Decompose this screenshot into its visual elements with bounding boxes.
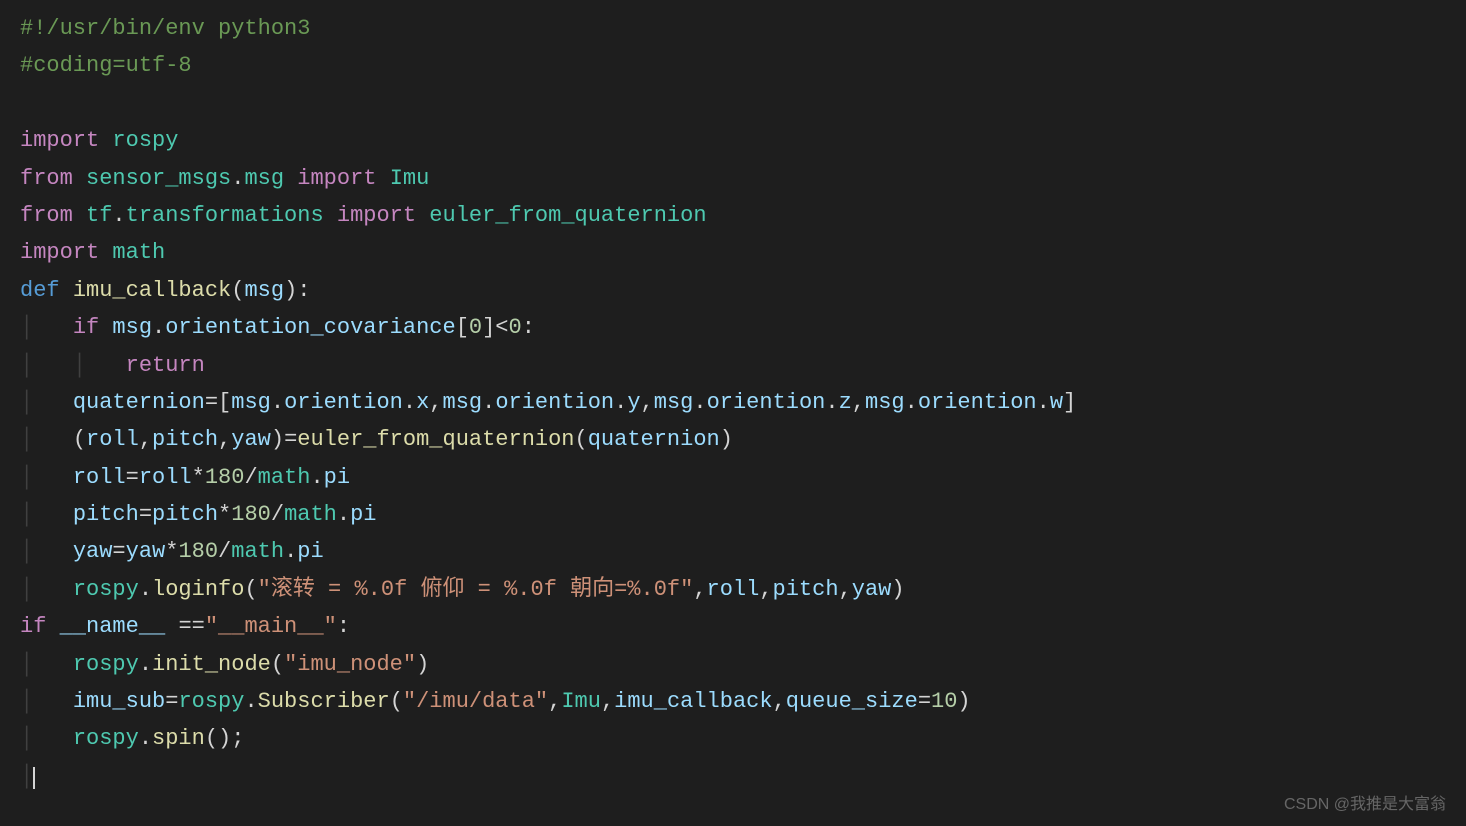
module-math: math [112, 240, 165, 265]
indent-guide: │ [20, 577, 33, 602]
if-keyword: if [20, 614, 46, 639]
class-imu: Imu [390, 166, 430, 191]
from-keyword: from [20, 166, 73, 191]
function-imu-callback: imu_callback [73, 278, 231, 303]
indent-guide: │ [20, 652, 33, 677]
from-keyword: from [20, 203, 73, 228]
function-euler: euler_from_quaternion [429, 203, 706, 228]
code-editor[interactable]: #!/usr/bin/env python3 #coding=utf-8 imp… [0, 0, 1466, 805]
module-msg: msg [244, 166, 284, 191]
var-msg: msg [112, 315, 152, 340]
indent-guide: │ [20, 539, 33, 564]
attr-orientation-covariance: orientation_covariance [165, 315, 455, 340]
text-cursor [33, 767, 35, 789]
dunder-name: __name__ [60, 614, 166, 639]
import-keyword: import [20, 128, 99, 153]
indent-guide: │ [20, 764, 33, 789]
indent-guide: │ [20, 390, 33, 415]
module-sensor-msgs: sensor_msgs [86, 166, 231, 191]
import-keyword: import [297, 166, 376, 191]
import-keyword: import [20, 240, 99, 265]
string-imu-node: "imu_node" [284, 652, 416, 677]
module-rospy: rospy [112, 128, 178, 153]
coding-line: #coding=utf-8 [20, 53, 192, 78]
string-loginfo: "滚转 = %.0f 俯仰 = %.0f 朝向=%.0f" [258, 577, 694, 602]
watermark: CSDN @我推是大富翁 [1284, 791, 1446, 818]
return-keyword: return [126, 353, 205, 378]
indent-guide: │ [20, 689, 33, 714]
import-keyword: import [337, 203, 416, 228]
shebang-line: #!/usr/bin/env python3 [20, 16, 310, 41]
string-imu-data: "/imu/data" [403, 689, 548, 714]
var-quaternion: quaternion [73, 390, 205, 415]
string-main: "__main__" [205, 614, 337, 639]
number-zero: 0 [469, 315, 482, 340]
indent-guide: │ [20, 726, 33, 751]
indent-guide: │ [20, 353, 33, 378]
var-imu-sub: imu_sub [73, 689, 165, 714]
module-transformations: transformations [126, 203, 324, 228]
def-keyword: def [20, 278, 60, 303]
indent-guide: │ [20, 502, 33, 527]
indent-guide: │ [73, 353, 86, 378]
if-keyword: if [73, 315, 99, 340]
indent-guide: │ [20, 465, 33, 490]
param-msg: msg [244, 278, 284, 303]
module-tf: tf [86, 203, 112, 228]
indent-guide: │ [20, 315, 33, 340]
indent-guide: │ [20, 427, 33, 452]
number-zero: 0 [509, 315, 522, 340]
